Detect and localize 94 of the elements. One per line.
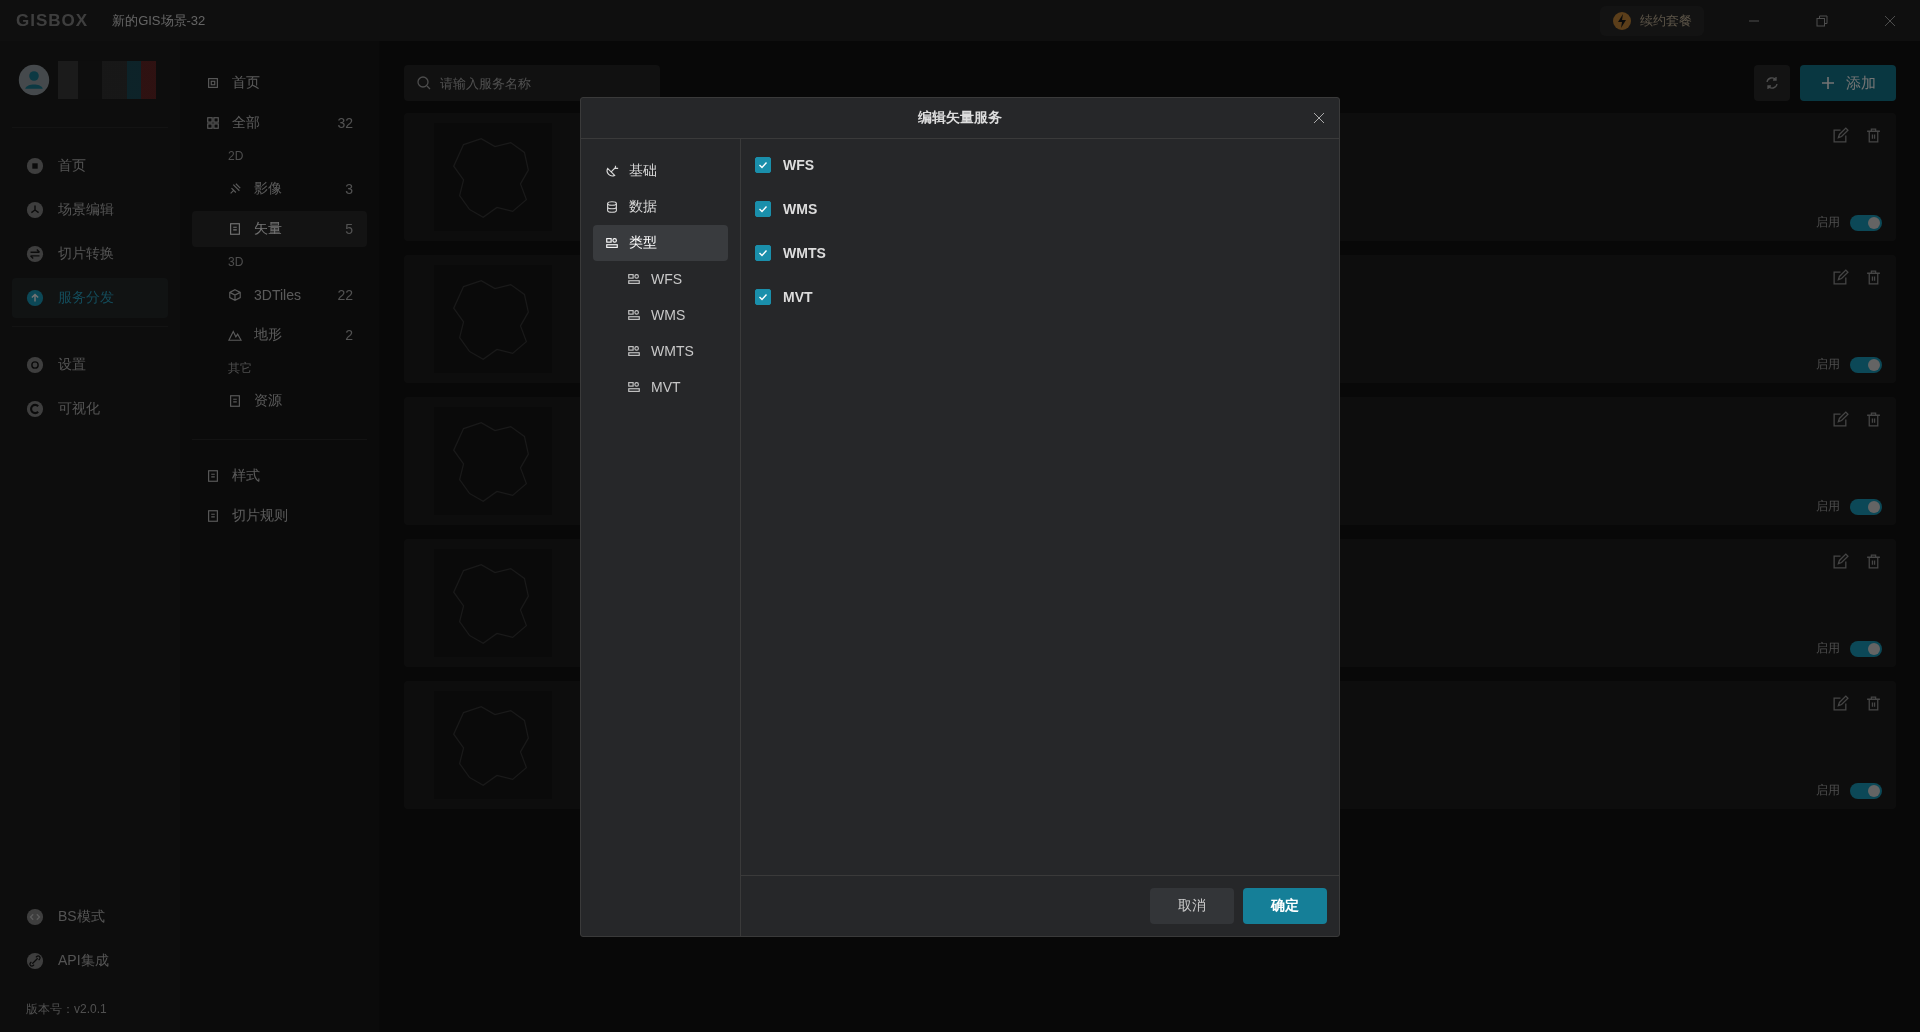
category-icon (228, 328, 242, 342)
edit-icon[interactable] (1832, 127, 1849, 144)
checkbox[interactable] (755, 201, 771, 217)
group-heading: 其它 (227, 360, 253, 377)
delete-icon[interactable] (1865, 269, 1882, 286)
category-item[interactable]: 首页 (192, 65, 367, 101)
edit-icon[interactable] (1832, 269, 1849, 286)
dialog-menu-item[interactable]: 类型 (593, 225, 728, 261)
nav-item[interactable]: 可视化 (12, 389, 168, 429)
toggle-switch[interactable] (1850, 356, 1882, 373)
close-icon (1884, 14, 1896, 27)
nav-item[interactable]: 设置 (12, 345, 168, 385)
nav-item[interactable]: BS模式 (12, 897, 168, 937)
add-button[interactable]: 添加 (1800, 65, 1896, 101)
nav-item[interactable]: 首页 (12, 146, 168, 186)
database-icon (605, 200, 619, 214)
delete-icon[interactable] (1865, 127, 1882, 144)
category-item[interactable]: 资源 (192, 383, 367, 419)
category-item[interactable]: 切片规则 (192, 498, 367, 534)
plus-icon (1820, 75, 1836, 91)
category-item[interactable]: 地形 2 (192, 317, 367, 353)
category-icon (228, 394, 242, 408)
checkbox[interactable] (755, 157, 771, 173)
category-icon (228, 182, 242, 196)
checkbox[interactable] (755, 245, 771, 261)
checkmark-icon (757, 247, 769, 259)
edit-icon[interactable] (1832, 411, 1849, 428)
option-checkbox[interactable]: WFS (755, 155, 1325, 175)
nav-icon (26, 289, 44, 307)
scene-title: 新的GIS场景-32 (112, 11, 206, 30)
dialog-submenu-item[interactable]: WMS (593, 297, 728, 333)
settings-icon (26, 356, 44, 374)
home-icon (206, 76, 220, 90)
edit-icon[interactable] (1832, 553, 1849, 570)
checkmark-icon (757, 291, 769, 303)
satellite-dish-icon (605, 164, 619, 178)
layout-icon (605, 236, 619, 250)
nav-icon (26, 201, 44, 219)
group-heading: 3D (227, 254, 245, 271)
nav-item[interactable]: API集成 (12, 941, 168, 981)
document-icon (206, 509, 220, 523)
lightning-icon (1612, 10, 1632, 31)
layout-icon (627, 380, 641, 394)
category-icon (228, 288, 242, 302)
dialog-menu-item[interactable]: 数据 (593, 189, 728, 225)
search-icon (416, 75, 432, 91)
link-icon (26, 952, 44, 970)
refresh-icon (1764, 75, 1780, 91)
checkbox[interactable] (755, 289, 771, 305)
category-item[interactable]: 3DTiles 22 (192, 277, 367, 313)
dialog-title: 编辑矢量服务 (918, 109, 1002, 127)
category-item[interactable]: 全部 32 (192, 105, 367, 141)
nav-item[interactable]: 场景编辑 (12, 190, 168, 230)
delete-icon[interactable] (1865, 553, 1882, 570)
nav-item[interactable]: 切片转换 (12, 234, 168, 274)
toggle-switch[interactable] (1850, 782, 1882, 799)
checkmark-icon (757, 203, 769, 215)
avatar-icon (18, 64, 50, 96)
grid-icon (206, 116, 220, 130)
layout-icon (627, 272, 641, 286)
code-icon (26, 908, 44, 926)
cancel-button[interactable]: 取消 (1150, 888, 1234, 924)
dialog-submenu-item[interactable]: MVT (593, 369, 728, 405)
layout-icon (627, 308, 641, 322)
toggle-switch[interactable] (1850, 640, 1882, 657)
category-item[interactable]: 样式 (192, 458, 367, 494)
toggle-switch[interactable] (1850, 214, 1882, 231)
toggle-switch[interactable] (1850, 498, 1882, 515)
restore-icon (1816, 14, 1828, 27)
delete-icon[interactable] (1865, 695, 1882, 712)
dialog-menu-item[interactable]: 基础 (593, 153, 728, 189)
nav-item[interactable]: 服务分发 (12, 278, 168, 318)
category-item[interactable]: 影像 3 (192, 171, 367, 207)
nav-icon (26, 157, 44, 175)
category-item[interactable]: 矢量 5 (192, 211, 367, 247)
checkmark-icon (757, 159, 769, 171)
edit-icon[interactable] (1832, 695, 1849, 712)
layout-icon (627, 344, 641, 358)
close-icon (1313, 112, 1325, 124)
category-icon (228, 222, 242, 236)
confirm-button[interactable]: 确定 (1243, 888, 1327, 924)
nav-icon (26, 400, 44, 418)
option-checkbox[interactable]: WMS (755, 199, 1325, 219)
nav-icon (26, 245, 44, 263)
document-icon (206, 469, 220, 483)
option-checkbox[interactable]: WMTS (755, 243, 1325, 263)
dialog-submenu-item[interactable]: WFS (593, 261, 728, 297)
refresh-button[interactable] (1754, 65, 1790, 101)
option-checkbox[interactable]: MVT (755, 287, 1325, 307)
dialog-submenu-item[interactable]: WMTS (593, 333, 728, 369)
renew-button[interactable]: 续约套餐 (1600, 5, 1704, 36)
group-heading: 2D (227, 148, 245, 165)
delete-icon[interactable] (1865, 411, 1882, 428)
version-label: 版本号：v2.0.1 (25, 1001, 108, 1018)
